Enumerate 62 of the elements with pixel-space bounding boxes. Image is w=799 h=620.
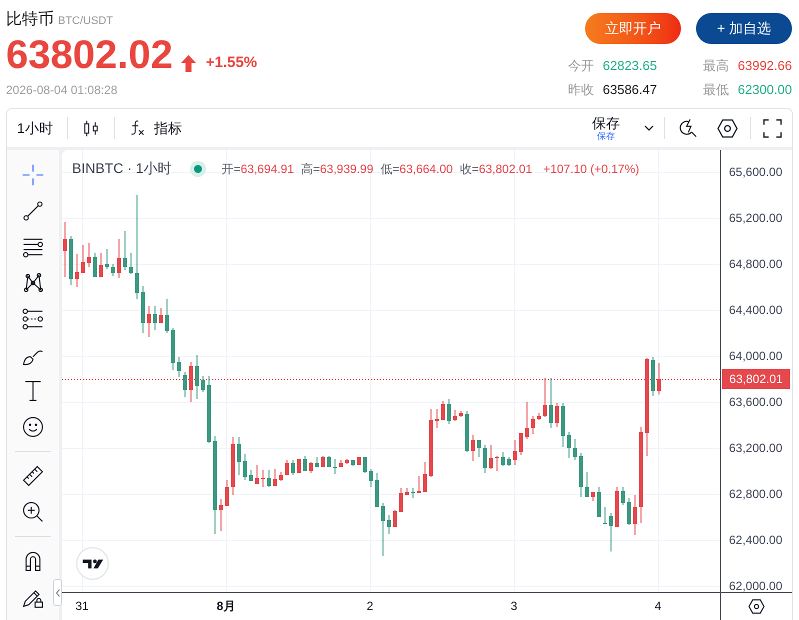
function-icon — [130, 119, 145, 137]
settings-icon[interactable] — [748, 599, 765, 614]
quick-search-icon[interactable] — [678, 118, 697, 138]
stat-label: 最低 — [702, 81, 729, 100]
ohlc-reading: 高=63,939.99 — [300, 160, 374, 178]
candlestick — [603, 506, 607, 524]
price-axis-label: 64,000.00 — [729, 349, 782, 363]
candlestick — [495, 456, 499, 471]
asset-name: 比特币 — [6, 10, 54, 30]
price-axis-label: 62,000.00 — [729, 579, 782, 593]
time-axis-label: 4 — [654, 598, 662, 614]
stat-value: 62300.00 — [738, 81, 792, 100]
price-axis-label: 64,800.00 — [729, 257, 782, 271]
smiley-icon[interactable] — [21, 415, 45, 439]
chevron-down-icon[interactable] — [644, 125, 654, 131]
indicators-button[interactable]: 指标 — [130, 118, 182, 138]
ohlc-reading: 开=63,694.91 — [222, 160, 294, 178]
candlestick-icon[interactable] — [84, 118, 98, 138]
candlestick — [261, 470, 265, 487]
settings-icon[interactable] — [717, 118, 738, 138]
stat-label: 今开 — [568, 57, 594, 76]
watchlist-button[interactable]: + 加自选 — [696, 13, 792, 44]
stat-label: 昨收 — [568, 81, 594, 100]
zigzag-pattern-icon[interactable] — [21, 271, 45, 295]
price-axis-label: 63,200.00 — [729, 441, 782, 455]
channel-lines-icon[interactable] — [21, 307, 45, 331]
price-axis-label: 64,400.00 — [729, 303, 782, 317]
time-axis-label: 31 — [75, 598, 89, 614]
trend-line-icon[interactable] — [21, 199, 45, 223]
change-percent: +1.55% — [206, 54, 258, 72]
ohlc-reading: 收=63,802.01 — [460, 160, 532, 178]
time-axis-label: 2 — [366, 598, 374, 614]
zoom-in-icon[interactable] — [21, 500, 45, 524]
pair-label: BTC/USDT — [58, 14, 113, 29]
stat-label: 最高 — [702, 57, 729, 76]
price-change: +107.10 (+0.17%) — [543, 160, 640, 178]
price-axis-label: 65,600.00 — [729, 165, 782, 179]
symbol-label: BINBTC · 1小时 — [72, 159, 172, 178]
collapse-button[interactable] — [53, 579, 62, 606]
price-value: 63802.02 — [6, 35, 173, 75]
price-axis-label: 62,800.00 — [729, 487, 782, 501]
stat-value: 63992.66 — [738, 57, 792, 76]
save-button[interactable]: 保存 保存 — [592, 116, 620, 140]
price-axis-label: 63,600.00 — [729, 395, 782, 409]
price-axis-label: 62,400.00 — [729, 533, 782, 547]
stat-value: 63586.47 — [602, 81, 657, 100]
crosshair-icon[interactable] — [21, 163, 45, 187]
price-axis-label: 65,200.00 — [729, 211, 782, 225]
ohlc-reading: 低=63,664.00 — [380, 160, 453, 178]
interval-button[interactable]: 1小时 — [17, 118, 53, 138]
timestamp: 2026-08-04 01:08:28 — [6, 82, 118, 99]
time-axis-label: 3 — [510, 598, 518, 614]
chart-logo-icon[interactable] — [76, 547, 109, 580]
stat-value: 62823.65 — [602, 57, 657, 76]
ruler-icon[interactable] — [21, 464, 45, 488]
status-dot-icon — [190, 160, 206, 176]
candlestick — [333, 459, 337, 474]
last-price-tag: 63,802.01 — [722, 369, 790, 389]
time-axis-label: 8月 — [216, 598, 236, 614]
candlestick — [411, 488, 415, 498]
chevron-left-icon — [56, 588, 60, 596]
fullscreen-icon[interactable] — [763, 118, 782, 138]
